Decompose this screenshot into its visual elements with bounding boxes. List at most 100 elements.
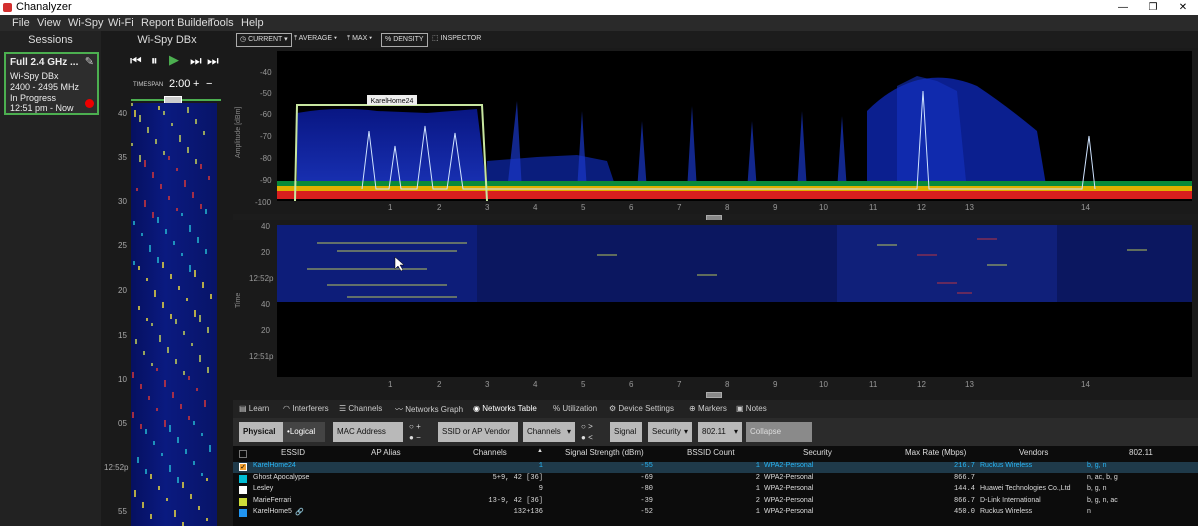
header-bssid-count[interactable]: BSSID Count (687, 448, 735, 457)
waterfall-speck (201, 473, 203, 476)
tab-markers[interactable]: ⊕ Markers (689, 404, 727, 413)
pane-splitter[interactable] (706, 392, 722, 398)
mac-plus-radio[interactable]: ○ + (409, 422, 421, 431)
session-card[interactable]: Full 2.4 GHz ... ✎ Wi-Spy DBx 2400 - 249… (4, 52, 99, 115)
tab-networks-table[interactable]: ◉ Networks Table (473, 404, 537, 413)
collapse-button[interactable]: Collapse (746, 422, 812, 442)
cell-channels: 1 (538, 462, 543, 470)
cell-essid: KarelHome24 (253, 462, 296, 469)
physical-toggle[interactable]: Physical (239, 422, 283, 442)
header-signal[interactable]: Signal Strength (dBm) (565, 448, 644, 457)
waterfall-speck (163, 111, 165, 115)
percent-icon: % (553, 404, 561, 413)
table-header: ESSID AP Alias Channels ▲ Signal Strengt… (233, 448, 1198, 460)
security-select[interactable]: Security ▾ (648, 422, 692, 442)
mini-tick: 05 (118, 419, 127, 428)
tab-learn[interactable]: ▤ Learn (239, 404, 269, 413)
standard-select[interactable]: 802.11 ▾ (698, 422, 742, 442)
waterfall-speck (208, 176, 210, 180)
mac-minus-radio[interactable]: ● − (409, 433, 421, 442)
waterfall-plot-area[interactable] (277, 225, 1192, 377)
logical-toggle[interactable]: •Logical (283, 422, 325, 442)
tab-channels[interactable]: ☰ Channels (339, 404, 382, 413)
tab-networks-graph[interactable]: 〰 Networks Graph (395, 404, 463, 415)
table-row[interactable]: KarelHome5 132+136 -52 1 WPA2-Personal 450.0 R… (233, 508, 1198, 519)
menu-wispy[interactable]: Wi-Spy (68, 17, 103, 29)
filter-bar: Physical •Logical MAC Address ○ + ● − SS… (233, 418, 1198, 446)
average-dropdown[interactable]: ⤒ AVERAGE ▾ (291, 33, 340, 45)
lt-radio[interactable]: ● < (581, 433, 593, 442)
cell-security: WPA2-Personal (764, 496, 814, 504)
pause-icon[interactable]: ⏸ (151, 53, 158, 69)
window-title: Chanalyzer (16, 1, 72, 13)
play-icon[interactable]: ▶ (169, 52, 179, 68)
header-channels[interactable]: Channels (473, 448, 507, 457)
table-row[interactable]: Lesley 9 -80 1 WPA2-Personal 144.4 Huawei Tech… (233, 485, 1198, 496)
tab-interferers[interactable]: ◠ Interferers (283, 404, 329, 413)
close-button[interactable]: ✕ (1168, 0, 1198, 15)
waterfall-speck (154, 290, 156, 297)
header-essid[interactable]: ESSID (281, 448, 305, 457)
density-toggle[interactable]: % DENSITY (381, 33, 428, 47)
header-security[interactable]: Security (803, 448, 832, 457)
timespan-minus-button[interactable]: − (206, 78, 212, 90)
current-dropdown[interactable]: ◷ CURRENT ▾ (236, 33, 292, 47)
waterfall-speck (181, 213, 183, 216)
average-label: AVERAGE (298, 35, 332, 42)
table-row[interactable]: ✓ KarelHome24 1 -55 1 WPA2-Personal 216.7 Rucku… (233, 462, 1198, 473)
tab-utilization[interactable]: % Utilization (553, 404, 597, 413)
menu-wifi[interactable]: Wi-Fi (108, 17, 134, 29)
cell-channels: 132+136 (513, 508, 543, 516)
header-802-11[interactable]: 802.11 (1129, 448, 1153, 457)
waterfall-speck (206, 478, 208, 481)
signal-input[interactable]: Signal (610, 422, 642, 442)
row-checkbox[interactable] (239, 474, 247, 483)
select-all-checkbox[interactable] (239, 450, 247, 458)
spectrum-ylabel: Amplitude [dBm] (235, 106, 242, 158)
max-dropdown[interactable]: ⤒ MAX ▾ (344, 33, 375, 45)
skip-end-icon[interactable]: ⏭ (207, 53, 219, 69)
spectrum-xtick: 2 (437, 203, 442, 212)
waterfall-speck (135, 339, 137, 344)
mac-address-input[interactable]: MAC Address (333, 422, 403, 442)
gt-radio[interactable]: ○ > (581, 422, 593, 431)
wifi-icon: ◉ (473, 404, 480, 413)
menu-file[interactable]: File (12, 17, 30, 29)
mini-waterfall[interactable] (131, 103, 217, 526)
waterfall-ytick: 12:52p (249, 274, 274, 283)
tab-notes[interactable]: ▣ Notes (736, 404, 767, 413)
header-max-rate[interactable]: Max Rate (Mbps) (905, 448, 966, 457)
table-row[interactable]: MarieFerrari 13-9, 42 [36] -39 2 WPA2-Person… (233, 497, 1198, 508)
spectrum-xtick: 10 (819, 203, 828, 212)
row-checkbox[interactable] (239, 497, 247, 506)
timespan-plus-button[interactable]: + (193, 78, 199, 90)
header-ap-alias[interactable]: AP Alias (371, 448, 401, 457)
spectrum-xtick: 14 (1081, 203, 1090, 212)
edit-pencil-icon[interactable]: ✎ (85, 55, 94, 68)
fast-forward-icon[interactable]: ⏭ (190, 53, 202, 69)
row-checkbox[interactable] (239, 509, 247, 517)
title-bar: Chanalyzer — ❐ ✕ (0, 0, 1198, 15)
tab-device-settings[interactable]: ⚙ Device Settings (609, 404, 674, 413)
waterfall-speck (207, 367, 209, 373)
waterfall-speck (180, 404, 182, 409)
menu-report-builder[interactable]: Report Builder (141, 17, 211, 29)
menu-view[interactable]: View (37, 17, 61, 29)
waterfall-speck (193, 421, 195, 425)
cell-signal: -52 (640, 508, 653, 516)
cell-bssid: 2 (755, 496, 760, 505)
row-checkbox[interactable] (239, 486, 247, 494)
channels-select[interactable]: Channels ▾ (523, 422, 575, 442)
row-checkbox[interactable]: ✓ (239, 463, 247, 471)
inspector-toggle[interactable]: ⬚ INSPECTOR (429, 33, 484, 45)
menu-tools[interactable]: Tools (208, 17, 234, 29)
table-row[interactable]: Ghost Apocalypse 5+9, 42 [36] -69 2 WPA2-Per… (233, 474, 1198, 485)
waterfall-speck (199, 315, 201, 322)
header-vendors[interactable]: Vendors (1019, 448, 1048, 457)
minimize-button[interactable]: — (1108, 0, 1138, 15)
skip-back-icon[interactable]: ⏮ (130, 53, 142, 69)
menu-help[interactable]: Help (241, 17, 264, 29)
restore-button[interactable]: ❐ (1138, 0, 1168, 15)
spectrum-plot-area[interactable]: KarelHome24 (277, 51, 1192, 201)
ssid-vendor-input[interactable]: SSID or AP Vendor (438, 422, 518, 442)
